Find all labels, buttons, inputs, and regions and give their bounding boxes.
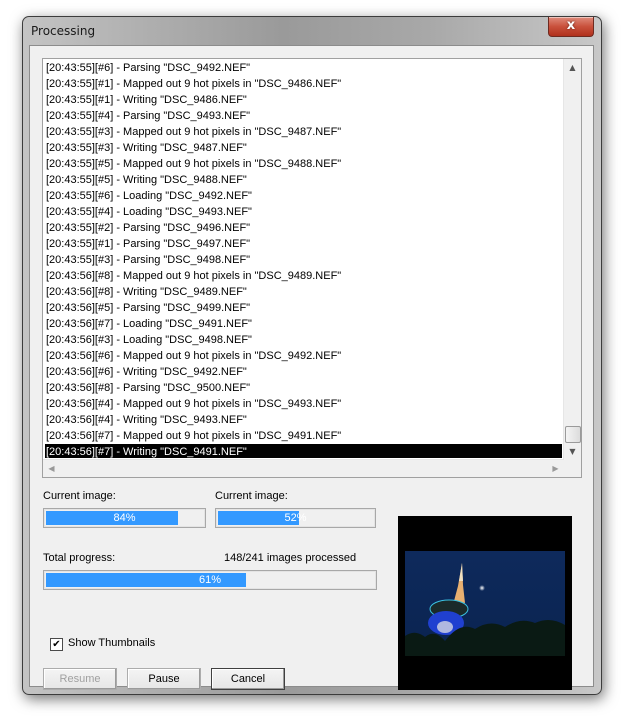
scroll-right-arrow-icon[interactable]: ▶	[547, 460, 564, 477]
scrollbar-corner	[564, 460, 581, 477]
log-line[interactable]: [20:43:55][#6] - Loading "DSC_9492.NEF"	[45, 188, 562, 204]
horizontal-scrollbar[interactable]: ◀ ▶	[43, 459, 564, 477]
log-line[interactable]: [20:43:56][#8] - Mapped out 9 hot pixels…	[45, 268, 562, 284]
log-listbox[interactable]: [20:43:55][#6] - Parsing "DSC_9492.NEF"[…	[42, 58, 582, 478]
current-image-1-label: Current image:	[43, 490, 116, 502]
log-lines: [20:43:55][#6] - Parsing "DSC_9492.NEF"[…	[45, 60, 562, 458]
show-thumbnails-checkbox[interactable]: ✔	[50, 638, 63, 651]
log-line[interactable]: [20:43:55][#3] - Writing "DSC_9487.NEF"	[45, 140, 562, 156]
current-image-2-label: Current image:	[215, 490, 288, 502]
progress-text: 84%	[113, 512, 136, 524]
log-line[interactable]: [20:43:56][#8] - Writing "DSC_9489.NEF"	[45, 284, 562, 300]
log-line[interactable]: [20:43:56][#7] - Mapped out 9 hot pixels…	[45, 428, 562, 444]
current-image-1-progress: 84%	[43, 508, 206, 528]
log-line[interactable]: [20:43:56][#8] - Parsing "DSC_9500.NEF"	[45, 380, 562, 396]
log-line[interactable]: [20:43:55][#1] - Mapped out 9 hot pixels…	[45, 76, 562, 92]
log-line[interactable]: [20:43:56][#4] - Mapped out 9 hot pixels…	[45, 396, 562, 412]
processing-dialog: Processing x [20:43:55][#6] - Parsing "D…	[22, 16, 602, 695]
log-line[interactable]: [20:43:56][#6] - Mapped out 9 hot pixels…	[45, 348, 562, 364]
pause-button[interactable]: Pause	[127, 668, 201, 690]
log-line[interactable]: [20:43:55][#6] - Parsing "DSC_9492.NEF"	[45, 60, 562, 76]
thumbnail-image	[405, 551, 565, 656]
scroll-left-arrow-icon[interactable]: ◀	[43, 460, 60, 477]
log-line[interactable]: [20:43:55][#3] - Mapped out 9 hot pixels…	[45, 124, 562, 140]
log-line[interactable]: [20:43:55][#1] - Writing "DSC_9486.NEF"	[45, 92, 562, 108]
resume-button[interactable]: Resume	[43, 668, 117, 690]
log-line[interactable]: [20:43:56][#3] - Loading "DSC_9498.NEF"	[45, 332, 562, 348]
log-line[interactable]: [20:43:55][#5] - Writing "DSC_9488.NEF"	[45, 172, 562, 188]
log-line[interactable]: [20:43:55][#2] - Parsing "DSC_9496.NEF"	[45, 220, 562, 236]
log-line[interactable]: [20:43:56][#7] - Writing "DSC_9491.NEF"	[45, 444, 562, 458]
close-button[interactable]: x	[548, 17, 594, 37]
total-progress-bar: 61%	[43, 570, 377, 590]
title-bar[interactable]: Processing x	[23, 17, 601, 45]
log-line[interactable]: [20:43:56][#4] - Writing "DSC_9493.NEF"	[45, 412, 562, 428]
close-x-icon: x	[566, 18, 576, 33]
progress-text: 52%	[284, 512, 307, 524]
log-line[interactable]: [20:43:55][#4] - Parsing "DSC_9493.NEF"	[45, 108, 562, 124]
log-line[interactable]: [20:43:56][#6] - Writing "DSC_9492.NEF"	[45, 364, 562, 380]
dialog-client-area: [20:43:55][#6] - Parsing "DSC_9492.NEF"[…	[29, 45, 594, 690]
log-line[interactable]: [20:43:56][#7] - Loading "DSC_9491.NEF"	[45, 316, 562, 332]
log-line[interactable]: [20:43:56][#5] - Parsing "DSC_9499.NEF"	[45, 300, 562, 316]
log-line[interactable]: [20:43:55][#3] - Parsing "DSC_9498.NEF"	[45, 252, 562, 268]
scroll-down-arrow-icon[interactable]: ▼	[564, 443, 581, 460]
progress-text: 61%	[198, 574, 222, 586]
log-line[interactable]: [20:43:55][#5] - Mapped out 9 hot pixels…	[45, 156, 562, 172]
thumbnail-preview	[398, 516, 572, 690]
current-image-2-progress: 52%	[215, 508, 376, 528]
vertical-scrollbar[interactable]: ▲ ▼	[563, 59, 581, 460]
vertical-scroll-thumb[interactable]	[565, 426, 581, 443]
scroll-up-arrow-icon[interactable]: ▲	[564, 59, 581, 76]
log-line[interactable]: [20:43:55][#1] - Parsing "DSC_9497.NEF"	[45, 236, 562, 252]
cancel-button[interactable]: Cancel	[211, 668, 285, 690]
total-progress-label: Total progress:	[43, 552, 116, 564]
window-title: Processing	[31, 24, 96, 38]
images-processed-count: 148/241 images processed	[224, 552, 357, 564]
moon	[479, 585, 485, 591]
show-thumbnails-label[interactable]: Show Thumbnails	[68, 637, 155, 649]
log-line[interactable]: [20:43:55][#4] - Loading "DSC_9493.NEF"	[45, 204, 562, 220]
